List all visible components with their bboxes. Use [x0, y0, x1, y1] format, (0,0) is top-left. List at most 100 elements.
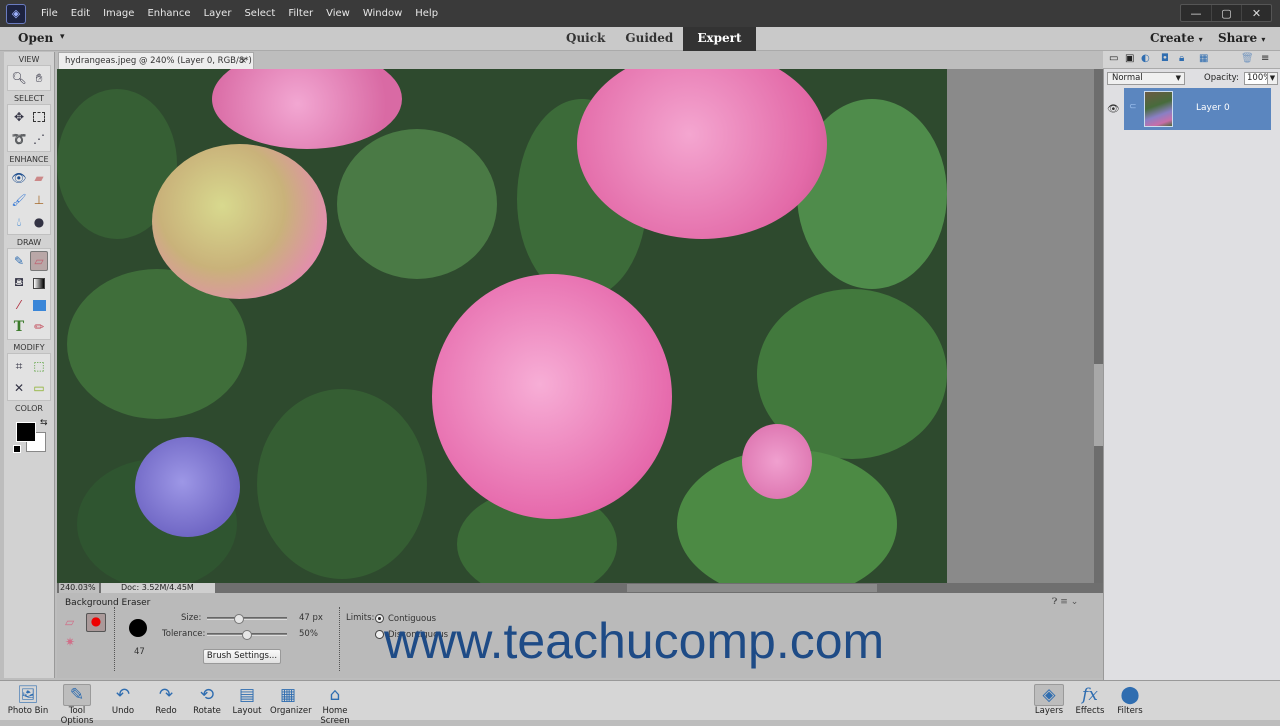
size-value[interactable]: 47 px: [299, 613, 323, 623]
layout-button[interactable]: ▤ Layout: [232, 684, 262, 716]
eyedropper-tool-icon[interactable]: ⁄: [10, 295, 28, 315]
menu-view[interactable]: View: [321, 8, 358, 19]
menu-help[interactable]: Help: [410, 8, 446, 19]
red-eye-tool-icon[interactable]: 👁︎: [10, 168, 28, 188]
tolerance-value[interactable]: 50%: [299, 629, 318, 639]
pencil-tool-icon[interactable]: ✏︎: [30, 317, 48, 337]
swap-colors-icon[interactable]: ⇆: [40, 418, 48, 428]
menu-enhance[interactable]: Enhance: [142, 8, 198, 19]
menu-filter[interactable]: Filter: [283, 8, 321, 19]
brush-settings-button[interactable]: Brush Settings...: [203, 649, 281, 664]
chevron-down-icon: ▼: [1175, 74, 1181, 82]
size-slider-knob[interactable]: [234, 614, 244, 624]
opacity-dropdown-icon[interactable]: ▼: [1267, 72, 1278, 85]
discontiguous-radio[interactable]: [375, 630, 384, 639]
blend-mode-select[interactable]: Normal ▼: [1107, 72, 1185, 85]
effects-button[interactable]: fx Effects: [1074, 684, 1106, 716]
rotate-button[interactable]: ⟲ Rotate: [192, 684, 222, 716]
share-button[interactable]: Share ▾: [1218, 31, 1265, 45]
vertical-scrollbar[interactable]: [1094, 69, 1103, 583]
brush-tool-icon[interactable]: ✎: [10, 251, 28, 271]
menu-layer[interactable]: Layer: [199, 8, 240, 19]
tab-expert[interactable]: Expert: [683, 27, 756, 51]
type-tool-icon[interactable]: T: [10, 317, 28, 337]
color-swatches: ⇆: [10, 418, 48, 458]
minimize-button[interactable]: —: [1181, 5, 1211, 21]
new-group-icon[interactable]: ▣: [1125, 53, 1134, 64]
size-slider[interactable]: [207, 614, 287, 624]
eraser-tool-variant[interactable]: ▱: [65, 615, 74, 629]
tool-options-controls: ❓︎ ≡ ⌄: [1052, 597, 1078, 607]
zoom-level-field[interactable]: 240.03%: [59, 583, 99, 593]
lock-transparency-icon[interactable]: ▦: [1199, 53, 1208, 64]
menu-window[interactable]: Window: [358, 8, 410, 19]
spot-healing-tool-icon[interactable]: ▰: [30, 168, 48, 188]
document-image[interactable]: [57, 69, 947, 583]
quick-selection-tool-icon[interactable]: ⋰: [30, 129, 48, 149]
recompose-tool-icon[interactable]: ⬚: [30, 356, 48, 376]
layers-button[interactable]: ◈ Layers: [1034, 684, 1064, 716]
photo-bin-button[interactable]: 🖼 Photo Bin: [6, 684, 50, 716]
tab-guided[interactable]: Guided: [615, 27, 683, 51]
smart-brush-tool-icon[interactable]: 🖌︎: [10, 190, 28, 210]
foreground-color-swatch[interactable]: [16, 422, 36, 442]
create-button[interactable]: Create ▾: [1150, 31, 1203, 45]
eraser-tool-icon[interactable]: ▱: [30, 251, 48, 271]
new-layer-icon[interactable]: ▭: [1109, 53, 1118, 64]
document-tab[interactable]: hydrangeas.jpeg @ 240% (Layer 0, RGB/8*)…: [58, 52, 254, 82]
default-colors-icon[interactable]: [13, 445, 21, 453]
menu-image[interactable]: Image: [98, 8, 142, 19]
marquee-tool-icon[interactable]: [30, 107, 48, 127]
background-eraser-variant[interactable]: ●: [86, 613, 106, 632]
magic-eraser-variant[interactable]: ✷: [65, 635, 75, 649]
document-size-info[interactable]: Doc: 3.52M/4.45M: [101, 583, 215, 593]
menu-file[interactable]: File: [36, 8, 66, 19]
clone-stamp-tool-icon[interactable]: ⊥: [30, 190, 48, 210]
content-aware-move-tool-icon[interactable]: ✕: [10, 378, 28, 398]
tolerance-slider-knob[interactable]: [242, 630, 252, 640]
lock-all-icon[interactable]: 🔒︎: [1179, 53, 1184, 64]
maximize-button[interactable]: ▢: [1211, 5, 1241, 21]
menu-edit[interactable]: Edit: [66, 8, 98, 19]
close-button[interactable]: ✕: [1241, 5, 1271, 21]
layer-row[interactable]: ⊂ Layer 0: [1124, 88, 1271, 130]
zoom-tool-icon[interactable]: 🔍︎: [10, 68, 28, 88]
collapse-chevron-icon[interactable]: ⌄: [1071, 597, 1079, 607]
hand-tool-icon[interactable]: ✋︎: [30, 68, 48, 88]
vertical-scroll-thumb[interactable]: [1094, 364, 1103, 446]
panel-menu-icon[interactable]: ≡: [1060, 597, 1068, 607]
layer-visibility-eye-icon[interactable]: 👁︎: [1107, 104, 1120, 115]
organizer-button[interactable]: ▦ Organizer: [270, 684, 312, 716]
filters-button[interactable]: ⬤ Filters: [1114, 684, 1146, 716]
help-icon[interactable]: ❓︎: [1052, 597, 1057, 607]
delete-layer-icon[interactable]: 🗑︎: [1241, 53, 1254, 64]
share-label: Share: [1218, 31, 1258, 45]
close-tab-icon[interactable]: ×: [240, 53, 247, 69]
canvas-area[interactable]: [57, 69, 1094, 583]
watermark-text: www.teachucomp.com: [384, 613, 885, 669]
move-tool-icon[interactable]: ✥: [10, 107, 28, 127]
menu-select[interactable]: Select: [239, 8, 283, 19]
open-button[interactable]: Open: [18, 31, 53, 45]
horizontal-scroll-thumb[interactable]: [627, 584, 877, 592]
gradient-tool-icon[interactable]: [30, 273, 48, 293]
paint-bucket-tool-icon[interactable]: ⛾: [10, 273, 28, 293]
panel-menu-icon[interactable]: ≡: [1261, 53, 1269, 64]
contiguous-radio[interactable]: [375, 614, 384, 623]
modify-tools: ⌗ ⬚ ✕ ▭: [7, 353, 51, 401]
straighten-tool-icon[interactable]: ▭: [30, 378, 48, 398]
undo-button[interactable]: ↶ Undo: [108, 684, 138, 716]
brush-preview[interactable]: [129, 619, 147, 637]
enhance-tools: 👁︎ ▰ 🖌︎ ⊥ 💧︎ ●: [7, 165, 51, 235]
tab-quick[interactable]: Quick: [556, 27, 615, 51]
shape-tool-icon[interactable]: [30, 295, 48, 315]
crop-tool-icon[interactable]: ⌗: [10, 356, 28, 376]
tolerance-slider[interactable]: [207, 630, 287, 640]
blur-tool-icon[interactable]: 💧︎: [10, 212, 28, 232]
lasso-tool-icon[interactable]: ➰: [10, 129, 28, 149]
sponge-tool-icon[interactable]: ●: [30, 212, 48, 232]
adjustment-layer-icon[interactable]: ◐: [1141, 53, 1150, 64]
layer-mask-icon[interactable]: ◘: [1161, 53, 1169, 64]
redo-button[interactable]: ↷ Redo: [151, 684, 181, 716]
open-dropdown-caret-icon[interactable]: ▾: [60, 32, 65, 42]
